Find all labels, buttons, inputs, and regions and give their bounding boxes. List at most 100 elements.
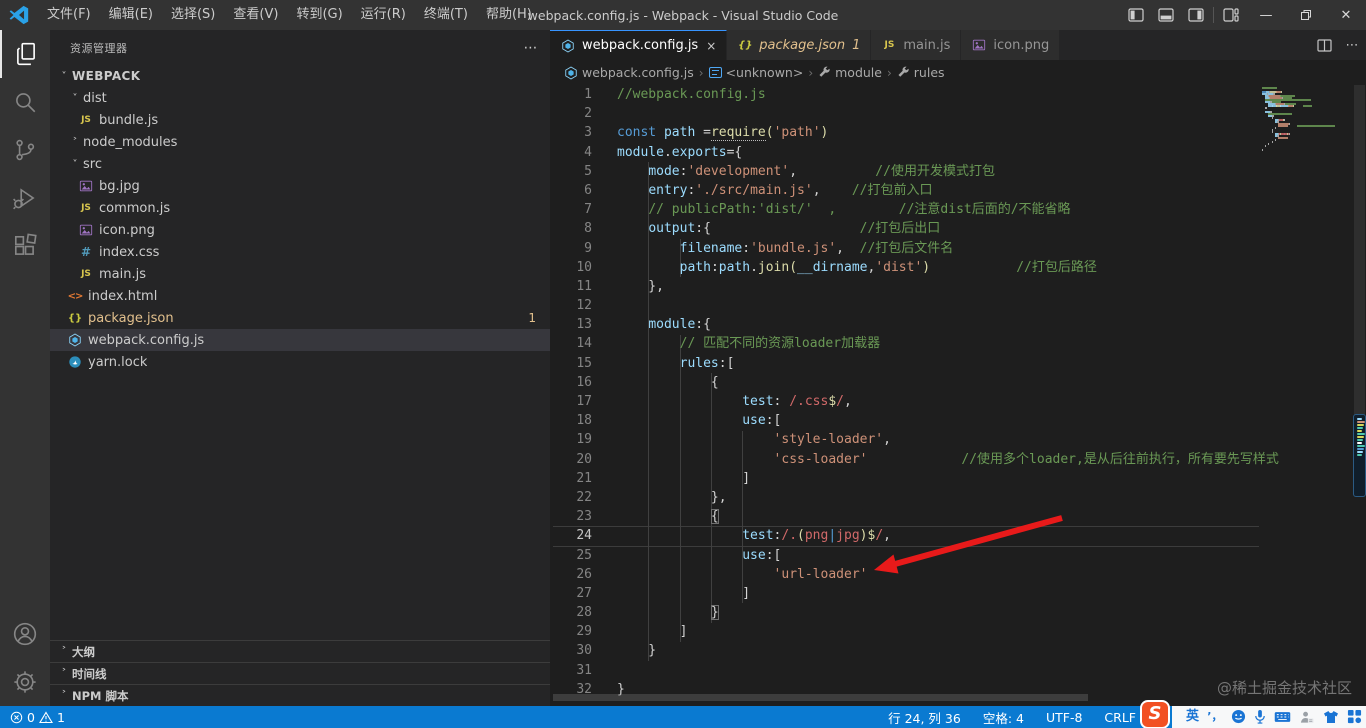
code-line-23[interactable]: 23 { — [550, 507, 1366, 526]
tree-item-common.js[interactable]: JS common.js — [50, 197, 550, 219]
breadcrumb-item-rules[interactable]: rules — [897, 65, 945, 81]
problems-status[interactable]: 0 1 — [0, 710, 65, 725]
ime-punctuation-toggle[interactable]: ’， — [1207, 706, 1222, 728]
code-line-9[interactable]: 9 filename:'bundle.js', //打包后文件名 — [550, 239, 1366, 258]
ime-keyboard-icon[interactable] — [1274, 706, 1291, 728]
editor-more-actions-icon[interactable]: ⋯ — [1338, 38, 1366, 53]
line-text: entry:'./src/main.js', //打包前入口 — [648, 182, 933, 198]
ime-skin-icon[interactable] — [1299, 706, 1314, 728]
tree-item-yarn.lock[interactable]: yarn.lock — [50, 351, 550, 373]
minimap[interactable] — [1262, 87, 1352, 157]
encoding[interactable]: UTF-8 — [1046, 710, 1082, 725]
code-line-16[interactable]: 16 { — [550, 373, 1366, 392]
breadcrumb-item-module[interactable]: module — [818, 65, 882, 81]
code-line-4[interactable]: 4 module.exports={ — [550, 143, 1366, 162]
tab-webpack.config.js[interactable]: webpack.config.js × — [550, 30, 728, 60]
tree-item-index.html[interactable]: <> index.html — [50, 285, 550, 307]
tab-main.js[interactable]: JS main.js — [871, 30, 962, 60]
tree-item-bg.jpg[interactable]: bg.jpg — [50, 175, 550, 197]
line-number: 26 — [576, 566, 592, 582]
menu-item-4[interactable]: 转到(G) — [287, 0, 351, 30]
customize-layout-icon[interactable] — [1216, 0, 1246, 30]
code-line-1[interactable]: 1 //webpack.config.js — [550, 85, 1366, 104]
code-line-21[interactable]: 21 ] — [550, 469, 1366, 488]
code-line-11[interactable]: 11 }, — [550, 277, 1366, 296]
code-line-12[interactable]: 12 — [550, 296, 1366, 315]
eol-sequence[interactable]: CRLF — [1104, 710, 1136, 725]
tree-item-WEBPACK[interactable]: ˅ WEBPACK — [50, 65, 550, 87]
menu-item-1[interactable]: 编辑(E) — [100, 0, 162, 30]
code-line-5[interactable]: 5 mode:'development', //使用开发模式打包 — [550, 162, 1366, 181]
code-line-28[interactable]: 28 } — [550, 603, 1366, 622]
tree-item-webpack.config.js[interactable]: webpack.config.js — [50, 329, 550, 351]
menu-item-5[interactable]: 运行(R) — [352, 0, 415, 30]
activity-source-control-icon[interactable] — [0, 126, 50, 174]
ime-wardrobe-icon[interactable] — [1323, 706, 1339, 728]
tab-package.json[interactable]: {} package.json 1 — [727, 30, 872, 60]
code-line-20[interactable]: 20 'css-loader' //使用多个loader,是从后往前执行，所有要… — [550, 450, 1366, 469]
tree-item-icon.png[interactable]: icon.png — [50, 219, 550, 241]
sidebar-section-2[interactable]: ˃ NPM 脚本 — [50, 684, 550, 706]
code-line-13[interactable]: 13 module:{ — [550, 315, 1366, 334]
code-line-17[interactable]: 17 test: /.css$/, — [550, 392, 1366, 411]
code-line-22[interactable]: 22 }, — [550, 488, 1366, 507]
menu-item-2[interactable]: 选择(S) — [162, 0, 224, 30]
activity-extensions-icon[interactable] — [0, 222, 50, 270]
ime-language-toggle[interactable]: 英 — [1186, 706, 1199, 728]
explorer-more-actions-icon[interactable]: ⋯ — [524, 40, 539, 56]
close-button[interactable]: ✕ — [1326, 0, 1366, 30]
code-line-18[interactable]: 18 use:[ — [550, 411, 1366, 430]
ime-voice-icon[interactable] — [1254, 706, 1266, 728]
code-line-19[interactable]: 19 'style-loader', — [550, 430, 1366, 449]
tree-item-src[interactable]: ˅ src — [50, 153, 550, 175]
code-line-15[interactable]: 15 rules:[ — [550, 354, 1366, 373]
breadcrumb-item-unknown[interactable]: <unknown> — [708, 65, 803, 80]
tree-item-dist[interactable]: ˅ dist — [50, 87, 550, 109]
settings-gear-icon[interactable] — [0, 658, 50, 706]
code-line-25[interactable]: 25 use:[ — [550, 546, 1366, 565]
split-editor-icon[interactable] — [1310, 38, 1338, 53]
breadcrumb-item-webpack.config.js[interactable]: webpack.config.js — [564, 65, 694, 80]
activity-search-icon[interactable] — [0, 78, 50, 126]
tree-item-package.json[interactable]: {} package.json 1 — [50, 307, 550, 329]
activity-explorer-icon[interactable] — [0, 30, 50, 78]
code-line-24[interactable]: 24 test:/.(png|jpg)$/, — [550, 526, 1366, 545]
code-line-3[interactable]: 3 const path =require('path') — [550, 123, 1366, 142]
toggle-secondary-sidebar-icon[interactable] — [1181, 0, 1211, 30]
code-line-2[interactable]: 2 — [550, 104, 1366, 123]
code-line-14[interactable]: 14 // 匹配不同的资源loader加载器 — [550, 334, 1366, 353]
sidebar-section-0[interactable]: ˃ 大纲 — [50, 640, 550, 662]
cursor-position[interactable]: 行 24, 列 36 — [888, 708, 961, 727]
code-line-31[interactable]: 31 — [550, 661, 1366, 680]
code-editor[interactable]: 1//webpack.config.js 2 3 const path =requir… — [550, 85, 1366, 706]
horizontal-scrollbar[interactable] — [553, 694, 1088, 701]
tree-item-bundle.js[interactable]: JS bundle.js — [50, 109, 550, 131]
tree-item-node_modules[interactable]: ˃ node_modules — [50, 131, 550, 153]
sogou-logo-icon[interactable]: S — [1142, 702, 1168, 727]
code-line-27[interactable]: 27 ] — [550, 584, 1366, 603]
code-line-7[interactable]: 7 // publicPath:'dist/' , //注意dist后面的/不能… — [550, 200, 1366, 219]
restore-button[interactable] — [1286, 0, 1326, 30]
code-line-8[interactable]: 8 output:{ //打包后出口 — [550, 219, 1366, 238]
code-line-26[interactable]: 26 'url-loader' — [550, 565, 1366, 584]
code-line-10[interactable]: 10 path:path.join(__dirname,'dist') //打包… — [550, 258, 1366, 277]
minimize-button[interactable]: — — [1246, 0, 1286, 30]
menu-item-3[interactable]: 查看(V) — [224, 0, 287, 30]
tab-close-icon[interactable]: × — [706, 39, 716, 53]
tree-item-main.js[interactable]: JS main.js — [50, 263, 550, 285]
ime-toolbox-icon[interactable] — [1347, 706, 1362, 728]
code-line-29[interactable]: 29 ] — [550, 622, 1366, 641]
sidebar-section-1[interactable]: ˃ 时间线 — [50, 662, 550, 684]
tab-icon.png[interactable]: icon.png — [961, 30, 1061, 60]
code-line-30[interactable]: 30 } — [550, 641, 1366, 660]
indentation[interactable]: 空格: 4 — [983, 708, 1024, 727]
ime-emoji-icon[interactable] — [1231, 706, 1246, 728]
menu-item-0[interactable]: 文件(F) — [38, 0, 100, 30]
account-icon[interactable] — [0, 610, 50, 658]
tree-item-index.css[interactable]: # index.css — [50, 241, 550, 263]
menu-item-6[interactable]: 终端(T) — [415, 0, 477, 30]
toggle-panel-icon[interactable] — [1151, 0, 1181, 30]
toggle-sidebar-icon[interactable] — [1121, 0, 1151, 30]
activity-run-debug-icon[interactable] — [0, 174, 50, 222]
code-line-6[interactable]: 6 entry:'./src/main.js', //打包前入口 — [550, 181, 1366, 200]
